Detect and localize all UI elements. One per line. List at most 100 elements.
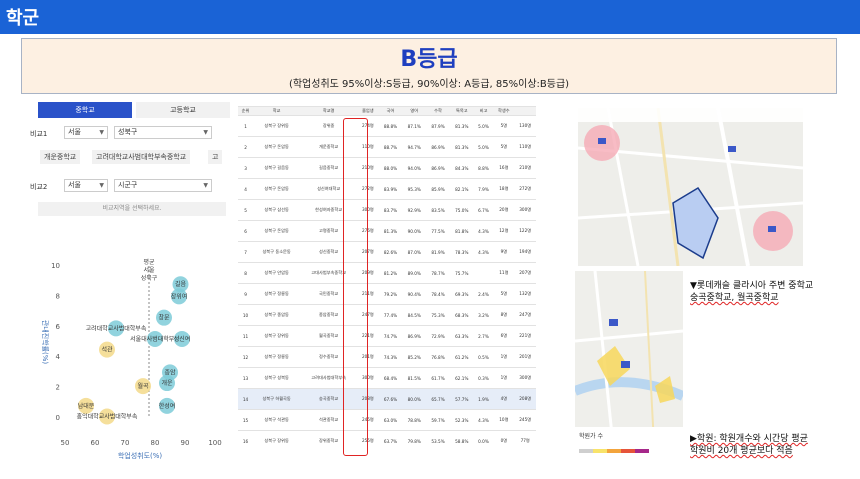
table-cell: 62.1% (449, 367, 474, 389)
header-location: 학교 (253, 106, 301, 116)
compare1-city-value: 서울 (68, 128, 81, 136)
title-bar: 학군 (0, 0, 860, 34)
table-cell: 5 (238, 199, 254, 221)
tab-middle-school[interactable]: 중학교 (38, 102, 132, 118)
table-cell: 4명 (493, 388, 515, 410)
table-cell: 87.0% (402, 241, 427, 263)
table-cell: 81.9% (426, 241, 450, 263)
table-cell: 5명 (493, 136, 515, 158)
table-cell: 78.3% (449, 241, 474, 263)
compare2-city-select[interactable]: 서울 ▼ (64, 179, 108, 192)
table-cell: 성북구 하월곡동 (253, 388, 301, 410)
table-cell: 8 (238, 262, 254, 284)
school-chip[interactable]: 개운중학교 (40, 150, 81, 164)
table-cell: 81.8% (449, 220, 474, 242)
point-label: 창문 (158, 314, 170, 322)
header-note: 비고 (473, 106, 494, 116)
table-cell: 12 (238, 346, 254, 368)
table-row: 2 성북구 돈암동 개운중학교 110명 88.7% 94.7% 86.9% 81.3% 5.0… (238, 136, 536, 158)
compare2-label: 비교2 (30, 183, 48, 191)
table-cell: 5.0% (473, 115, 494, 137)
compare1-city-select[interactable]: 서울 ▼ (64, 126, 108, 139)
table-cell: 81.3% (449, 115, 474, 137)
table-cell: 87.9% (426, 115, 450, 137)
header-school: 학교명 (300, 106, 358, 116)
note-line: 학원비 20개 평균보다 적음 (690, 446, 793, 456)
tab-high-school[interactable]: 고등학교 (136, 102, 230, 118)
table-cell: 81.3% (378, 220, 403, 242)
header-special: 특목고 (449, 106, 474, 116)
school-chip[interactable]: 고 (208, 150, 223, 164)
header-students: 학생수 (493, 106, 515, 116)
table-cell: 83.5% (426, 199, 450, 221)
table-cell: 7.9% (473, 178, 494, 200)
table-cell: 63.7% (378, 430, 403, 452)
table-row: 3 성북구 길음동 길음중학교 210명 88.0% 94.0% 86.9% 84.3% 8.8… (238, 157, 536, 179)
table-cell: 16 (238, 430, 254, 452)
table-cell: 77.4% (378, 304, 403, 326)
table-cell: 12명 (493, 220, 515, 242)
table-cell: 61.7% (426, 367, 450, 389)
point-label: 홍익대학교사범대학부속 (77, 412, 138, 420)
table-cell: 207명 (514, 262, 536, 284)
table-cell: 81.5% (402, 367, 427, 389)
table-cell: 5명 (493, 115, 515, 137)
highlight-box (343, 118, 368, 456)
map-note-schools: ▼롯데캐슬 클라시아 주변 중학교 숭곡중학교, 월곡중학교 (690, 280, 813, 304)
chevron-down-icon: ▼ (99, 129, 104, 136)
y-axis-label: 관내진학률(%) (41, 320, 50, 365)
average-label: 평균 (143, 258, 155, 266)
compare1-label: 비교1 (30, 130, 48, 138)
point-label: 개운 (161, 379, 173, 387)
table-row: 12 성북구 정릉동 정수중학교 201명 74.3% 85.2% 76.8% 61.2% 0.… (238, 346, 536, 368)
table-cell: 2 (238, 136, 254, 158)
table-cell: 2.4% (473, 283, 494, 305)
average-label: 성북구 (141, 274, 158, 282)
compare1-district-select[interactable]: 성북구 ▼ (114, 126, 212, 139)
table-cell: 77명 (514, 430, 536, 452)
table-cell: 90.0% (402, 220, 427, 242)
neighborhood-map[interactable] (578, 108, 803, 266)
table-row: 16 성북구 장위동 장위중학교 255명 63.7% 79.8% 53.5% 58.8% 0.… (238, 430, 536, 452)
table-cell: 14 (238, 388, 254, 410)
table-cell: 208명 (514, 388, 536, 410)
table-cell: 85.2% (402, 346, 427, 368)
table-cell: 5.0% (473, 136, 494, 158)
table-cell: 성북구 길음동 (253, 157, 301, 179)
point-label: 길음 (175, 280, 187, 288)
table-cell: 15 (238, 409, 254, 431)
table-cell: 6명 (493, 325, 515, 347)
table-cell: 9 (238, 283, 254, 305)
x-tick-label: 50 (61, 439, 70, 447)
table-cell: 성북구 돈암동 (253, 220, 301, 242)
table-cell: 82.1% (449, 178, 474, 200)
table-cell: 86.9% (402, 325, 427, 347)
table-cell: 78.4% (426, 283, 450, 305)
point-label: 한성여 (159, 402, 176, 410)
table-cell: 11 (238, 325, 254, 347)
table-cell: 245명 (514, 409, 536, 431)
table-cell: 0.3% (473, 367, 494, 389)
table-cell: 86.9% (426, 157, 450, 179)
table-cell: 2.7% (473, 325, 494, 347)
table-cell: 성북구 장위동 (253, 325, 301, 347)
table-cell: 77.5% (426, 220, 450, 242)
table-cell: 성북구 종암동 (253, 304, 301, 326)
x-tick-label: 80 (151, 439, 160, 447)
table-cell: 75.7% (449, 262, 474, 284)
table-cell: 63.0% (378, 409, 403, 431)
table-cell: 82.6% (378, 241, 403, 263)
academy-map[interactable]: 학원가 수 (575, 271, 683, 464)
table-cell: 86.9% (426, 136, 450, 158)
table-cell: 81.3% (449, 136, 474, 158)
table-cell: 78.7% (426, 262, 450, 284)
school-chip[interactable]: 고려대학교사범대학부속중학교 (92, 150, 191, 164)
compare2-city-value: 서울 (68, 181, 81, 189)
page-title: 학군 (6, 8, 40, 29)
compare2-district-select[interactable]: 시군구 ▼ (114, 179, 212, 192)
map-legend-title: 학원가 수 (579, 432, 603, 440)
x-tick-label: 60 (91, 439, 100, 447)
table-cell: 57.7% (449, 388, 474, 410)
table-cell: 89.0% (402, 262, 427, 284)
point-label: 월곡 (137, 382, 149, 390)
